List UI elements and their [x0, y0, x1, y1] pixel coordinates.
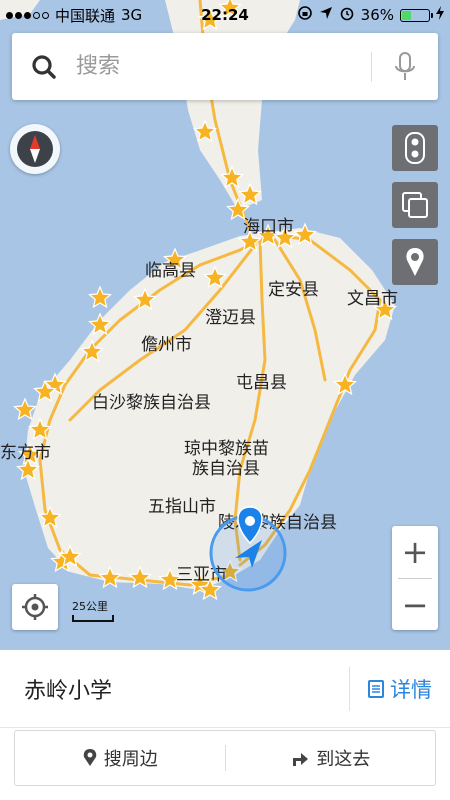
- layers-icon: [402, 192, 428, 218]
- route-arrow-icon: [293, 753, 309, 766]
- compass-icon: [17, 131, 53, 167]
- label-lingao: 临高县: [145, 261, 196, 281]
- map-scale: 25公里: [72, 598, 116, 626]
- compass-button[interactable]: [10, 124, 60, 174]
- status-bar: 中国联通 3G 22:24 36%: [0, 0, 450, 30]
- label-dongfang: 东方市: [0, 443, 51, 463]
- search-bar[interactable]: [12, 33, 438, 100]
- label-qiongzhong-2: 族自治县: [192, 459, 260, 479]
- search-icon: [12, 33, 76, 100]
- label-chengmai: 澄迈县: [205, 308, 256, 328]
- label-qiongzhong-1: 琼中黎族苗: [184, 439, 269, 459]
- label-danzhou: 儋州市: [141, 335, 192, 355]
- network-type: 3G: [121, 6, 143, 24]
- place-name: 赤岭小学: [24, 678, 113, 704]
- alarm-icon: [339, 5, 355, 25]
- search-nearby-label: 搜周边: [103, 749, 158, 770]
- charging-icon: [436, 6, 444, 24]
- place-card: 赤岭小学 详情 搜周边 到这去: [0, 650, 450, 800]
- battery-percent: 36%: [360, 6, 394, 24]
- microphone-icon[interactable]: [372, 33, 438, 100]
- navigate-here-label: 到这去: [316, 749, 371, 770]
- label-baisha: 白沙黎族自治县: [92, 393, 211, 413]
- status-right: 36%: [297, 5, 444, 25]
- label-wenchang: 文昌市: [347, 289, 398, 309]
- traffic-button[interactable]: [392, 125, 438, 171]
- layers-button[interactable]: [392, 182, 438, 228]
- map-pin-icon: [406, 248, 424, 276]
- zoom-control: + −: [392, 526, 438, 630]
- zoom-in-button[interactable]: +: [392, 526, 438, 578]
- crosshair-icon: [22, 594, 48, 620]
- detail-link[interactable]: 详情: [350, 674, 450, 704]
- place-header: 赤岭小学 详情: [0, 650, 450, 728]
- navigate-here-button[interactable]: 到这去: [226, 745, 436, 771]
- rotation-lock-icon: [297, 5, 313, 25]
- scale-label: 25公里: [72, 600, 108, 613]
- carrier-group: 中国联通 3G: [6, 5, 142, 26]
- label-dingan: 定安县: [268, 280, 319, 300]
- location-pin-button[interactable]: [392, 239, 438, 285]
- signal-icon: [6, 11, 49, 19]
- label-tunchang: 屯昌县: [236, 373, 287, 393]
- traffic-light-icon: [405, 132, 425, 164]
- search-input[interactable]: [76, 54, 371, 79]
- label-wuzhishan: 五指山市: [148, 497, 216, 517]
- document-icon: [368, 679, 384, 698]
- detail-label: 详情: [390, 677, 432, 702]
- location-arrow-icon: [319, 6, 333, 24]
- carrier-name: 中国联通: [55, 6, 116, 25]
- scale-bar: [72, 615, 114, 622]
- label-haikou: 海口市: [243, 217, 294, 237]
- battery-icon: [400, 8, 433, 22]
- place-actions: 搜周边 到这去: [14, 730, 436, 786]
- pin-icon: [83, 749, 96, 766]
- search-nearby-button[interactable]: 搜周边: [15, 745, 225, 771]
- locate-me-button[interactable]: [12, 584, 58, 630]
- zoom-out-button[interactable]: −: [392, 579, 438, 631]
